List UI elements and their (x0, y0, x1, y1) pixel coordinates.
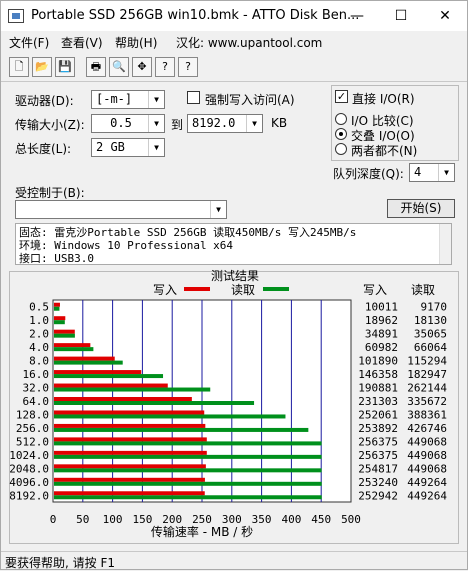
title-bar[interactable]: Portable SSD 256GB win10.bmk - ATTO Disk… (1, 1, 467, 31)
app-icon (8, 9, 24, 23)
transfer-size-label: 传输大小(Z): (15, 118, 85, 132)
overlap-io-radio[interactable] (335, 128, 347, 140)
print-icon[interactable]: 🖶 (86, 57, 106, 77)
chevron-down-icon[interactable]: ▼ (438, 164, 454, 181)
save-icon[interactable]: 💾 (55, 57, 75, 77)
menu-credit: 汉化: www.upantool.com (176, 36, 323, 50)
chevron-down-icon[interactable]: ▼ (148, 115, 164, 132)
new-icon[interactable]: 🗋 (9, 57, 29, 77)
toolbar: 🗋 📂 💾 🖶 🔍 ✥ ? ? (1, 55, 467, 81)
start-button[interactable]: 开始(S) (387, 199, 455, 218)
direct-io-label: 直接 I/O(R) (352, 92, 415, 106)
queue-depth-select[interactable]: 4 ▼ (409, 163, 455, 182)
open-icon[interactable]: 📂 (32, 57, 52, 77)
description-scrollbar[interactable] (439, 224, 451, 264)
chevron-down-icon[interactable]: ▼ (148, 91, 164, 108)
transfer-to-label: 到 (171, 118, 184, 132)
description-line-3: 接口: USB3.0 (19, 252, 94, 265)
queue-depth-label: 队列深度(Q): (333, 167, 404, 181)
menu-bar: 文件(F) 查看(V) 帮助(H) 汉化: www.upantool.com (1, 31, 467, 53)
menu-help[interactable]: 帮助(H) (115, 34, 157, 51)
queue-depth-value: 4 (414, 165, 422, 179)
chevron-down-icon[interactable]: ▼ (246, 115, 262, 132)
force-write-label: 强制写入访问(A) (205, 93, 295, 107)
maximize-button[interactable]: ☐ (379, 1, 423, 31)
results-group (9, 271, 459, 544)
description-textbox[interactable]: 固态: 雷克沙Portable SSD 256GB 读取450MB/s 写入24… (15, 223, 452, 265)
transfer-from-value: 0.5 (110, 116, 132, 130)
help-icon[interactable]: ? (155, 57, 175, 77)
description-line-1: 固态: 雷克沙Portable SSD 256GB 读取450MB/s 写入24… (19, 226, 357, 239)
transfer-to-select[interactable]: 8192.0 ▼ (187, 114, 263, 133)
toolbar-separator (1, 81, 467, 82)
close-button[interactable]: ✕ (423, 1, 467, 31)
neither-label: 两者都不(N) (351, 144, 418, 158)
controlled-by-select[interactable]: ▼ (15, 200, 227, 219)
transfer-from-select[interactable]: 0.5 ▼ (91, 114, 165, 133)
chevron-down-icon[interactable]: ▼ (210, 201, 226, 218)
main-window: Portable SSD 256GB win10.bmk - ATTO Disk… (0, 0, 468, 570)
menu-view[interactable]: 查看(V) (61, 34, 103, 51)
menu-file[interactable]: 文件(F) (9, 34, 49, 51)
description-line-2: 环境: Windows 10 Professional x64 (19, 239, 234, 252)
transfer-to-value: 8192.0 (192, 116, 236, 130)
print-preview-icon[interactable]: 🔍 (109, 57, 129, 77)
move-icon[interactable]: ✥ (132, 57, 152, 77)
status-bar: 要获得帮助, 请按 F1 (1, 551, 467, 570)
total-length-value: 2 GB (96, 140, 125, 154)
drive-label: 驱动器(D): (15, 94, 74, 108)
total-length-label: 总长度(L): (15, 142, 72, 156)
status-text: 要获得帮助, 请按 F1 (5, 556, 115, 570)
controlled-by-label: 受控制于(B): (15, 186, 85, 200)
minimize-button[interactable]: — (335, 1, 379, 31)
drive-select[interactable]: [-m-] ▼ (91, 90, 165, 109)
force-write-checkbox[interactable] (187, 91, 200, 104)
chevron-down-icon[interactable]: ▼ (148, 139, 164, 156)
total-length-select[interactable]: 2 GB ▼ (91, 138, 165, 157)
direct-io-checkbox[interactable]: ✓ (335, 90, 348, 103)
drive-select-value: [-m-] (96, 92, 133, 106)
window-title: Portable SSD 256GB win10.bmk - ATTO Disk… (31, 8, 360, 23)
transfer-unit-label: KB (271, 116, 288, 130)
context-help-icon[interactable]: ? (178, 57, 198, 77)
neither-radio[interactable] (335, 143, 347, 155)
io-compare-radio[interactable] (335, 113, 347, 125)
